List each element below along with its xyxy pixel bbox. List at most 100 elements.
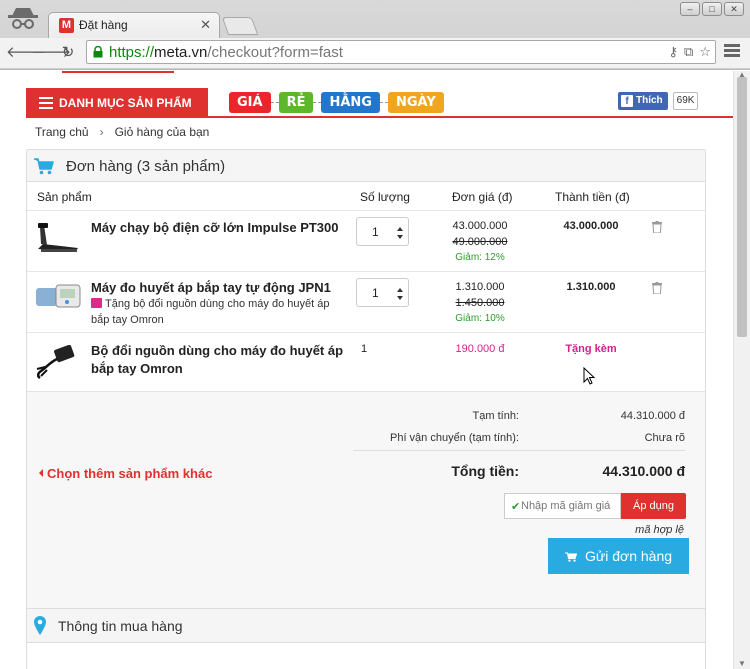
item-1-quantity: 1 [372,225,379,239]
breadcrumb: Trang chủ › Giỏ hàng của bạn [35,125,209,139]
submit-order-label: Gửi đơn hàng [584,548,673,564]
coupon-code-input[interactable] [504,493,621,519]
item-3-price: 190.000 đ [455,343,505,355]
page-scrollbar[interactable]: ▲ ▼ [733,70,750,669]
col-unit-price: Đơn giá (đ) [452,190,513,204]
gift-icon [91,298,102,308]
window-controls: – □ ✕ [680,2,744,16]
back-arrow-icon[interactable]: 🡐 [6,42,46,64]
omnibox-actions: ⚷ ⧉ ☆ [669,44,711,60]
treadmill-image [38,223,78,252]
item-1-name[interactable]: Máy chạy bộ điện cỡ lớn Impulse PT300 [91,219,351,237]
item-2-name[interactable]: Máy đo huyết áp bắp tay tự động JPN1 [91,279,351,297]
tab-title: Đặt hàng [79,18,128,32]
item-2-price: 1.310.000 [455,281,505,293]
cart-panel-header: Đơn hàng (3 sản phẩm) [27,150,705,182]
promo-word-1: GIÁ [229,92,271,113]
facebook-like-button[interactable]: f Thích [618,92,668,110]
breadcrumb-home[interactable]: Trang chủ [35,125,89,139]
shopping-cart-icon [564,552,577,562]
grand-total-label: Tổng tiền: [451,463,519,479]
item-3-gift-label: Tặng kèm [565,343,617,355]
translate-icon[interactable]: ⧉ [684,44,693,60]
buyer-info-title: Thông tin mua hàng [58,618,183,634]
submit-order-button[interactable]: Gửi đơn hàng [548,538,689,574]
shipping-label: Phí vận chuyển (tạm tính): [389,432,519,444]
item-2-old-price: 1.450.000 [455,297,505,309]
item-2-quantity-stepper[interactable]: 1 [356,278,409,307]
hamburger-icon [39,97,53,112]
mouse-pointer-icon [583,367,595,385]
item-1-discount: Giảm: 12% [455,252,505,263]
site-favicon-icon: M [59,18,74,33]
chevron-right-icon: › [99,125,104,139]
promo-word-2: RẺ [278,92,314,113]
col-quantity: Số lượng [360,190,410,204]
item-2-gift-note: Tặng bộ đổi nguồn dùng cho máy đo huyết … [91,298,330,326]
cart-title: Đơn hàng (3 sản phẩm) [66,158,226,175]
close-window-button[interactable]: ✕ [724,2,744,16]
promo-banner[interactable]: GIÁ RẺ HẰNG NGÀY [229,92,444,113]
subtotal-value: 44.310.000 đ [620,410,685,422]
apply-coupon-button[interactable]: Áp dụng [621,493,686,519]
minimize-button[interactable]: – [680,2,700,16]
page-content: DANH MỤC SẢN PHẨM GIÁ RẺ HẰNG NGÀY f Thí… [0,71,733,669]
item-3-quantity: 1 [360,343,368,355]
browser-tab[interactable]: M Đặt hàng ✕ [48,12,220,38]
caret-up-icon[interactable] [397,227,403,231]
caret-down-icon[interactable] [397,296,403,300]
subtotal-label: Tạm tính: [472,410,519,422]
forward-arrow-icon[interactable]: 🡒 [31,42,71,64]
item-1-price: 43.000.000 [452,220,508,232]
continue-shopping-link[interactable]: Chọn thêm sản phẩm khác [39,466,212,481]
nav-divider [26,116,733,118]
location-pin-icon [34,616,46,635]
address-bar[interactable]: https://meta.vn/checkout?form=fast ⚷ ⧉ ☆ [86,40,716,64]
power-adapter-image [36,345,75,379]
reload-icon[interactable]: ↻ [57,42,79,64]
browser-menu-icon[interactable] [724,42,740,60]
incognito-icon [8,8,38,29]
category-menu-button[interactable]: DANH MỤC SẢN PHẨM [26,88,208,117]
facebook-like-label: Thích [636,95,663,106]
trash-icon[interactable] [652,221,662,233]
facebook-like-widget: f Thích 69K [618,92,699,110]
scroll-down-icon[interactable]: ▼ [738,659,746,668]
url-text: https://meta.vn/checkout?form=fast [109,44,343,61]
tab-close-icon[interactable]: ✕ [200,17,211,33]
promo-word-4: NGÀY [387,92,444,113]
facebook-like-count: 69K [672,92,699,110]
promo-word-3: HẰNG [321,92,380,113]
lock-icon [93,46,103,58]
shopping-cart-icon [34,158,54,175]
caret-down-icon[interactable] [397,235,403,239]
item-2-quantity: 1 [372,286,379,300]
browser-toolbar: 🡐 🡒 ↻ https://meta.vn/checkout?form=fast… [0,38,750,68]
col-total: Thành tiền (đ) [555,190,630,204]
category-menu-label: DANH MỤC SẢN PHẨM [59,96,192,110]
checkmark-icon: ✔ [511,501,521,513]
caret-up-icon[interactable] [397,288,403,292]
item-1-total: 43.000.000 [563,220,619,232]
caret-left-icon [39,469,43,477]
bookmark-star-icon[interactable]: ☆ [699,44,711,60]
item-1-quantity-stepper[interactable]: 1 [356,217,409,246]
grand-total-value: 44.310.000 đ [602,463,685,479]
buyer-info-panel: Thông tin mua hàng [26,608,706,669]
trash-icon[interactable] [652,282,662,294]
item-3-name[interactable]: Bộ đổi nguồn dùng cho máy đo huyết áp bắ… [91,342,351,378]
cart-panel: Đơn hàng (3 sản phẩm) Sản phẩm Số lượng … [26,149,706,661]
top-accent-bar [62,71,174,73]
item-2-discount: Giảm: 10% [455,313,505,324]
item-1-old-price: 49.000.000 [452,236,508,248]
blood-pressure-monitor-image [36,284,81,308]
col-product: Sản phẩm [37,190,92,204]
breadcrumb-current: Giỏ hàng của bạn [114,125,210,139]
maximize-button[interactable]: □ [702,2,722,16]
new-tab-button[interactable] [221,17,259,35]
item-2-total: 1.310.000 [566,281,616,293]
key-icon[interactable]: ⚷ [669,44,679,60]
facebook-icon: f [621,95,633,107]
scrollbar-thumb[interactable] [737,77,747,337]
shipping-value: Chưa rõ [644,432,685,444]
